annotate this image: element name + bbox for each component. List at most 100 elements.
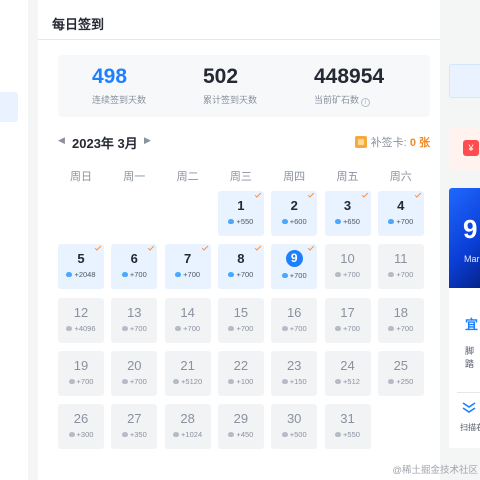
day-number: 21 xyxy=(180,357,195,373)
chevron-right-icon[interactable]: ▶ xyxy=(144,135,151,146)
day-reward: +700 xyxy=(111,270,157,279)
calendar-day[interactable]: 15 +700 xyxy=(217,297,264,343)
day-number: 18 xyxy=(393,304,409,320)
calendar-day[interactable]: 14 +700 xyxy=(164,297,211,343)
calendar-day[interactable]: 29 +450 xyxy=(217,404,264,450)
calendar-day[interactable]: 31 +550 xyxy=(324,404,371,450)
calendar-day[interactable]: 5 +2048 xyxy=(58,244,104,290)
ore-icon xyxy=(66,325,73,331)
day-reward: +700 xyxy=(378,270,424,279)
reward-amount: +550 xyxy=(343,430,360,440)
ore-icon xyxy=(335,219,342,224)
calendar-day[interactable]: 8 +700 xyxy=(217,244,264,290)
ore-icon xyxy=(68,378,75,384)
scan-label[interactable]: 扫描右 xyxy=(460,422,480,433)
calendar-day[interactable]: 4 +700 xyxy=(377,191,424,236)
weekday-label: 周三 xyxy=(229,171,252,183)
scan-icon xyxy=(462,402,476,413)
day-number: 7 xyxy=(183,251,192,267)
day-number: 10 xyxy=(340,251,355,267)
ore-icon xyxy=(121,432,128,438)
day-number: 1 xyxy=(237,198,245,213)
calendar-day[interactable]: 24 +512 xyxy=(324,350,371,396)
calendar-day[interactable]: 27 +350 xyxy=(111,404,158,450)
day-number: 20 xyxy=(127,357,142,373)
calendar-day[interactable]: 16 +700 xyxy=(271,297,318,343)
calendar-day[interactable]: 25 +250 xyxy=(377,350,424,396)
reward-amount: +700 xyxy=(343,323,360,333)
day-number: 8 xyxy=(237,251,245,267)
calendar-day[interactable]: 21 +5120 xyxy=(164,350,211,396)
day-number: 11 xyxy=(394,251,408,267)
calendar-day[interactable]: 2 +600 xyxy=(271,191,318,236)
day-reward: +700 xyxy=(218,324,264,333)
stat-ore: 448954 当前矿石数 i xyxy=(314,65,384,107)
promo-sub: 脚踏 xyxy=(465,346,475,369)
calendar-day[interactable]: 11 +700 xyxy=(377,244,424,290)
day-reward: +700 xyxy=(325,270,371,279)
day-number: 25 xyxy=(393,357,409,373)
calendar-day[interactable]: 19 +700 xyxy=(58,350,104,396)
day-reward: +700 xyxy=(165,324,211,333)
weekday-label: 周日 xyxy=(70,171,92,183)
ore-icon xyxy=(335,272,342,278)
reward-amount: +650 xyxy=(343,217,360,226)
calendar-day[interactable]: 10 +700 xyxy=(324,244,371,290)
day-number: 14 xyxy=(180,304,195,320)
ore-icon xyxy=(173,432,180,438)
calendar-day[interactable]: 1 +550 xyxy=(217,191,264,236)
day-reward: +650 xyxy=(325,217,371,226)
ore-icon xyxy=(388,272,395,278)
reward-amount: +700 xyxy=(129,376,147,386)
ore-icon xyxy=(281,273,288,279)
calendar-day[interactable]: 12 +4096 xyxy=(58,297,104,343)
weekday-label: 周一 xyxy=(123,171,146,183)
promo-title: 宜 xyxy=(465,317,479,332)
day-reward: +700 xyxy=(271,271,317,280)
divider xyxy=(457,392,480,393)
calendar-day[interactable]: 7 +700 xyxy=(164,244,211,290)
calendar-day[interactable]: 17 +700 xyxy=(324,297,371,343)
calendar-day[interactable]: 30 +500 xyxy=(271,404,318,450)
ore-icon xyxy=(175,325,182,331)
reward-amount: +1024 xyxy=(181,430,203,440)
calendar-day[interactable]: 23 +150 xyxy=(271,350,318,396)
ore-icon xyxy=(281,219,288,224)
stat-ore-value: 448954 xyxy=(314,65,385,88)
reward-amount: +2048 xyxy=(74,270,96,280)
calendar-day[interactable]: 22 +100 xyxy=(217,350,264,396)
ore-icon xyxy=(281,378,288,384)
calendar-day[interactable]: 9 +700 xyxy=(271,244,318,290)
weekday-header: 周日 周一 周二 周三 周四 周五 周六 xyxy=(58,168,428,184)
ore-icon xyxy=(388,219,395,224)
weekday-label: 周六 xyxy=(389,171,412,183)
check-icon xyxy=(148,244,155,251)
promo-banner[interactable]: 9 Mar xyxy=(449,188,480,288)
reward-amount: +5120 xyxy=(181,376,203,386)
ore-icon xyxy=(228,325,235,331)
today-marker: 9 xyxy=(285,250,303,268)
day-reward: +150 xyxy=(271,377,317,386)
right-top-box[interactable] xyxy=(449,64,480,98)
day-reward: +600 xyxy=(271,217,317,226)
ore-icon xyxy=(68,432,75,438)
makeup-card-info[interactable]: 补签卡: 0 张 xyxy=(354,134,430,150)
calendar-grid: 1 +550 2 +600 3 +650 4 +700 5 +2048 6 +700 7 +700 8 +70… xyxy=(58,191,428,451)
reward-amount: +700 xyxy=(129,323,147,333)
red-envelope-box[interactable]: ¥ xyxy=(449,128,480,170)
ore-icon xyxy=(121,272,128,278)
sidebar-active-item[interactable] xyxy=(0,92,18,122)
ore-icon xyxy=(121,325,128,331)
calendar-day[interactable]: 3 +650 xyxy=(324,191,371,236)
reward-amount: +700 xyxy=(343,270,360,280)
calendar-day[interactable]: 6 +700 xyxy=(111,244,158,290)
calendar-day[interactable]: 18 +700 xyxy=(377,297,424,343)
calendar-day[interactable]: 20 +700 xyxy=(111,350,158,396)
reward-amount: +4096 xyxy=(74,323,96,333)
chevron-left-icon[interactable]: ◀ xyxy=(58,135,65,146)
calendar-day[interactable]: 26 +300 xyxy=(58,404,104,450)
calendar-day[interactable]: 28 +1024 xyxy=(164,404,211,450)
check-icon xyxy=(414,191,421,198)
calendar-day[interactable]: 13 +700 xyxy=(111,297,158,343)
info-icon[interactable]: i xyxy=(361,98,371,107)
